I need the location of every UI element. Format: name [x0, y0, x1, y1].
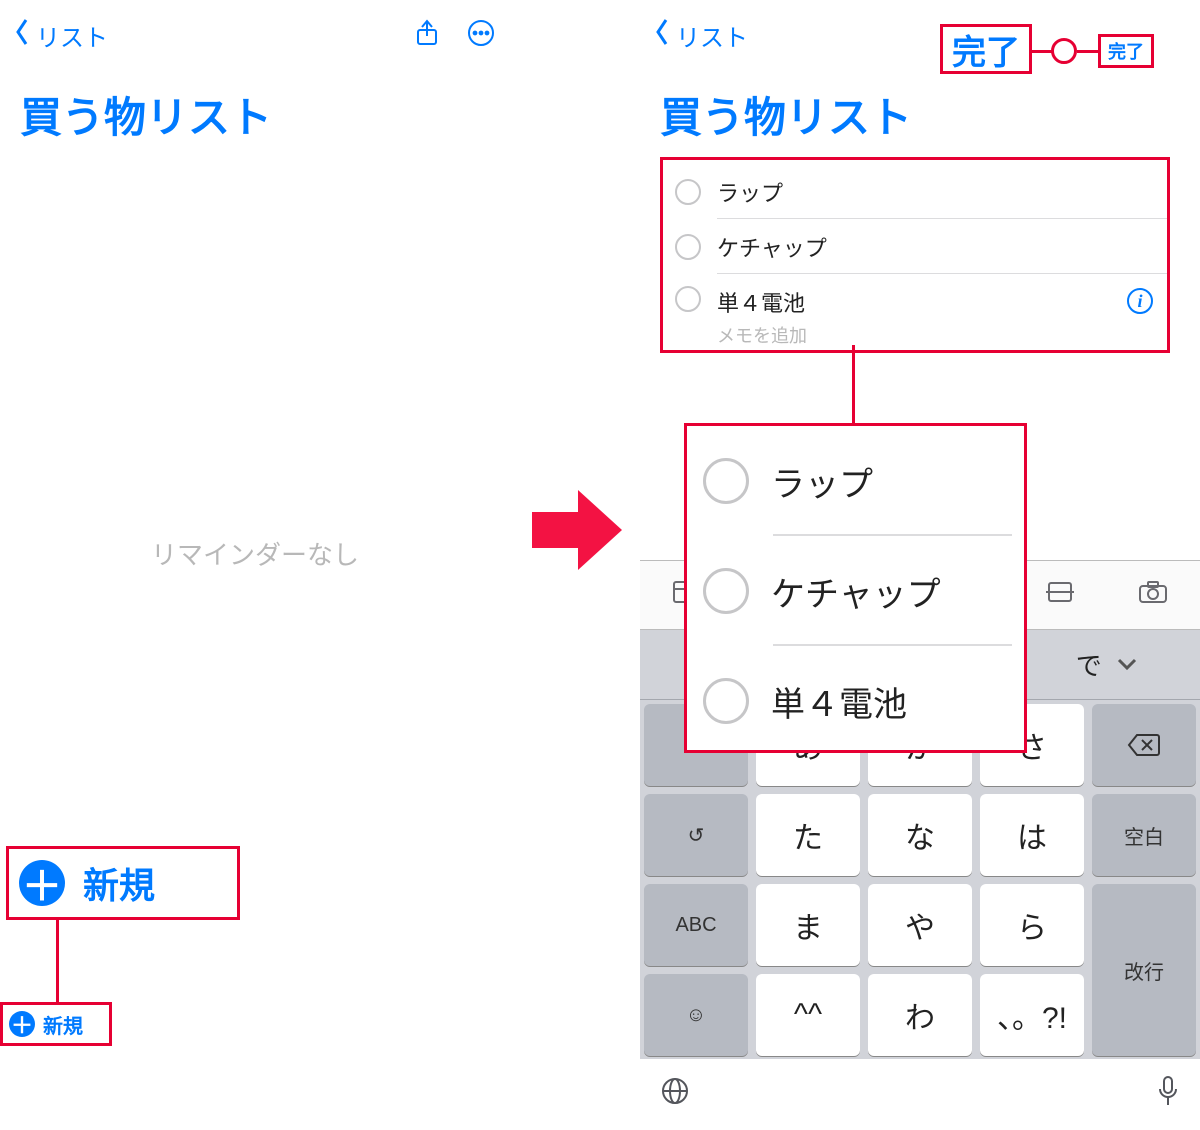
callout-done-small[interactable]: 完了: [1098, 34, 1154, 68]
checkbox-icon[interactable]: [675, 286, 701, 312]
reminder-label: ラップ: [771, 457, 873, 506]
reminder-row-editing[interactable]: 単４電池 メモを追加 i: [663, 274, 1167, 350]
plus-icon[interactable]: ＋: [9, 1011, 35, 1037]
reminders-list-callout: ラップ ケチャップ 単４電池 メモを追加 i: [660, 157, 1170, 353]
reminder-label: ケチャップ: [717, 231, 827, 263]
callout-new-small: ＋ 新規: [0, 1002, 112, 1046]
key[interactable]: は: [980, 794, 1084, 876]
key[interactable]: ま: [756, 884, 860, 966]
key-return[interactable]: 改行: [1092, 884, 1196, 1056]
share-icon[interactable]: [412, 18, 442, 53]
key[interactable]: わ: [868, 974, 972, 1056]
chevron-left-icon: [654, 18, 670, 53]
more-icon[interactable]: [466, 18, 496, 53]
back-button[interactable]: リスト: [654, 18, 748, 53]
info-icon[interactable]: i: [1127, 288, 1153, 314]
key-space[interactable]: 空白: [1092, 794, 1196, 876]
callout-connector-circle: [1051, 38, 1077, 64]
callout-connector: [56, 920, 59, 1002]
camera-icon[interactable]: [1138, 579, 1168, 611]
reminder-label: ラップ: [717, 176, 783, 208]
key[interactable]: や: [868, 884, 972, 966]
key[interactable]: ^^: [756, 974, 860, 1056]
globe-icon[interactable]: [660, 1076, 690, 1114]
reminder-row[interactable]: ラップ: [687, 426, 1024, 536]
key-backspace[interactable]: [1092, 704, 1196, 786]
checkbox-icon[interactable]: [703, 458, 749, 504]
arrow-icon: [532, 490, 622, 570]
checkbox-icon[interactable]: [703, 678, 749, 724]
reminder-row[interactable]: ラップ: [663, 164, 1167, 219]
key[interactable]: ら: [980, 884, 1084, 966]
callout-connector: [1032, 50, 1052, 53]
checkbox-icon[interactable]: [703, 568, 749, 614]
reminder-label: ケチャップ: [771, 567, 941, 616]
empty-state-text: リマインダーなし: [0, 535, 510, 572]
reminder-label: 単４電池: [771, 677, 907, 726]
navbar-left: リスト: [0, 0, 510, 70]
checkbox-icon[interactable]: [675, 234, 701, 260]
back-button[interactable]: リスト: [14, 18, 108, 53]
callout-done-big[interactable]: 完了: [940, 24, 1032, 74]
checkbox-icon[interactable]: [675, 179, 701, 205]
key[interactable]: な: [868, 794, 972, 876]
plus-icon[interactable]: ＋: [19, 860, 65, 906]
key-abc[interactable]: ABC: [644, 884, 748, 966]
chevron-left-icon: [14, 18, 30, 53]
list-title: 買う物リスト: [640, 70, 1200, 155]
chevron-down-icon[interactable]: [1116, 649, 1138, 680]
suggestion[interactable]: で: [1014, 630, 1200, 699]
reminder-row[interactable]: 単４電池: [687, 646, 1024, 756]
key-emoji[interactable]: ☺: [644, 974, 748, 1056]
key[interactable]: 、。?!: [980, 974, 1084, 1056]
list-title: 買う物リスト: [0, 70, 510, 155]
reminders-zoom-callout: ラップ ケチャップ 単４電池: [684, 423, 1027, 753]
back-label: リスト: [676, 18, 748, 53]
scan-icon[interactable]: [1046, 579, 1074, 611]
callout-new-big: ＋ 新規: [6, 846, 240, 920]
reminder-row[interactable]: ケチャップ: [687, 536, 1024, 646]
note-placeholder[interactable]: メモを追加: [717, 322, 807, 348]
new-button-label-small[interactable]: 新規: [43, 1010, 83, 1039]
reminder-row[interactable]: ケチャップ: [663, 219, 1167, 274]
back-label: リスト: [36, 18, 108, 53]
callout-connector: [1077, 50, 1099, 53]
callout-connector: [852, 345, 855, 423]
mic-icon[interactable]: [1156, 1075, 1180, 1115]
new-button-label[interactable]: 新規: [83, 857, 155, 909]
reminder-label: 単４電池: [717, 286, 807, 318]
keyboard-bottom-bar: [640, 1060, 1200, 1130]
key-undo[interactable]: ↺: [644, 794, 748, 876]
key[interactable]: た: [756, 794, 860, 876]
